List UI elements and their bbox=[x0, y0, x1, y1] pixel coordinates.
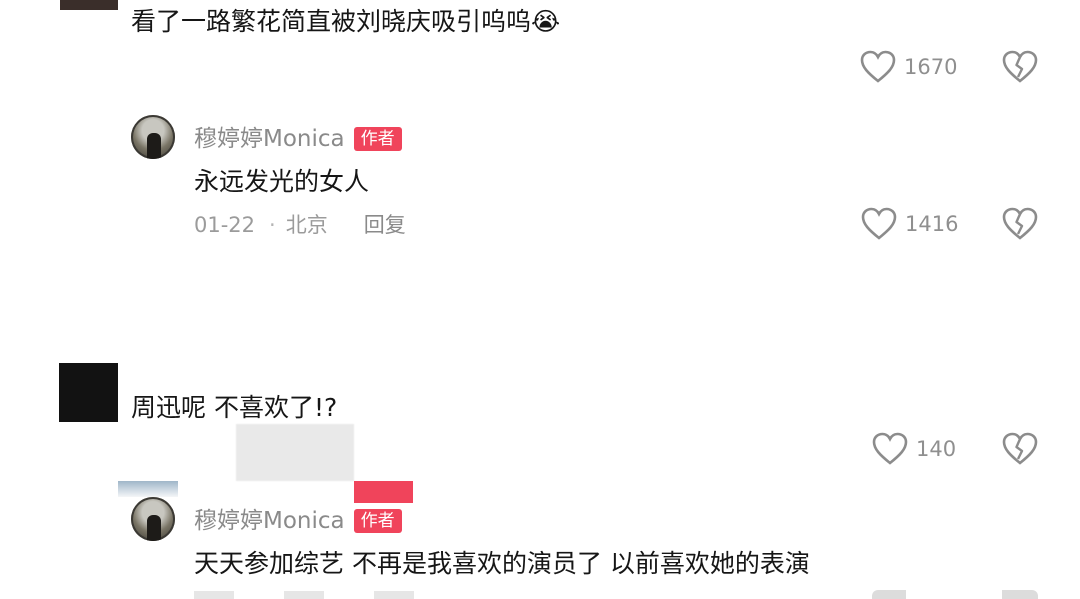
commenter-avatar[interactable] bbox=[59, 363, 118, 422]
reply-date: 01-22 bbox=[194, 213, 256, 237]
heart-outline-icon bbox=[860, 50, 896, 83]
dislike-button[interactable] bbox=[1002, 50, 1038, 88]
dislike-button[interactable] bbox=[1002, 432, 1038, 470]
meta-separator: · bbox=[269, 213, 276, 237]
broken-heart-icon bbox=[1002, 50, 1038, 83]
dislike-button[interactable] bbox=[1002, 207, 1038, 245]
heart-outline-icon bbox=[872, 432, 908, 465]
like-button[interactable]: 1670 bbox=[860, 50, 957, 84]
redacted-block bbox=[236, 424, 354, 481]
reply-location: 北京 bbox=[285, 213, 328, 237]
broken-heart-icon bbox=[1002, 432, 1038, 465]
reply-text: 永远发光的女人 bbox=[194, 167, 370, 196]
reply-meta-cutoff bbox=[194, 591, 454, 599]
like-count: 1670 bbox=[904, 55, 958, 79]
author-badge: 作者 bbox=[353, 509, 402, 533]
comment-text: 周迅呢 不喜欢了!? bbox=[131, 393, 338, 422]
heart-outline-icon bbox=[861, 207, 897, 240]
comment-text: 看了一路繁花简直被刘晓庆吸引呜呜😭 bbox=[131, 7, 561, 36]
author-avatar[interactable] bbox=[131, 115, 175, 159]
reply-button[interactable]: 回复 bbox=[364, 211, 406, 239]
broken-heart-icon bbox=[1002, 207, 1038, 240]
collage-overlap-strip bbox=[354, 481, 413, 503]
like-button[interactable]: 1416 bbox=[861, 207, 958, 241]
icons-cutoff bbox=[872, 590, 1038, 599]
like-button[interactable]: 140 bbox=[872, 432, 956, 466]
reply-username[interactable]: 穆婷婷Monica bbox=[194, 506, 345, 536]
collage-overlap-strip bbox=[118, 481, 178, 497]
commenter-avatar-top[interactable] bbox=[60, 0, 118, 10]
author-badge: 作者 bbox=[353, 127, 402, 151]
reply-username[interactable]: 穆婷婷Monica bbox=[194, 124, 345, 154]
reply-text: 天天参加综艺 不再是我喜欢的演员了 以前喜欢她的表演 bbox=[194, 549, 810, 578]
author-avatar[interactable] bbox=[131, 497, 175, 541]
like-count: 140 bbox=[916, 437, 957, 461]
like-count: 1416 bbox=[905, 212, 959, 236]
